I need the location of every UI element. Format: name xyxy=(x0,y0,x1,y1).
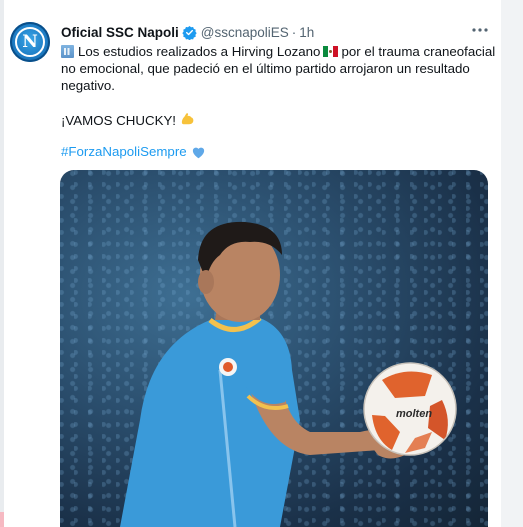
author-handle[interactable]: @sscnapoliES xyxy=(201,25,289,40)
more-options-icon[interactable] xyxy=(470,22,490,38)
player-ear xyxy=(198,270,214,294)
tweet-card[interactable]: N Oficial SSC Napoli @sscnapoliES · 1h L… xyxy=(4,0,501,527)
text-line-3: negativo. xyxy=(61,78,115,93)
author-name[interactable]: Oficial SSC Napoli xyxy=(61,25,179,40)
verified-badge-icon xyxy=(182,25,197,40)
blue-heart-emoji-icon xyxy=(192,147,204,158)
tweet-text: Los estudios realizados a Hirving Lozano… xyxy=(61,43,495,129)
text-line-1a: Los estudios realizados a Hirving Lozano xyxy=(78,44,321,59)
header-separator: · xyxy=(291,24,297,40)
avatar[interactable]: N xyxy=(10,22,50,62)
window-scroll-gutter xyxy=(500,0,523,527)
text-line-1b: por el trauma craneofacial xyxy=(341,44,496,59)
napoli-logo-icon: N xyxy=(15,27,45,57)
vamos-chucky-text: ¡VAMOS CHUCKY! xyxy=(61,113,177,128)
hashtag-line: #ForzaNapoliSempre xyxy=(61,144,206,159)
tweet-header: Oficial SSC Napoli @sscnapoliES · 1h xyxy=(61,22,314,42)
avatar-letter: N xyxy=(22,32,38,52)
hashtag-link[interactable]: #ForzaNapoliSempre xyxy=(61,144,187,159)
mexico-flag-emoji-icon xyxy=(323,46,339,57)
text-line-2: no emocional, que padeció en el último p… xyxy=(61,61,470,76)
tweet-text-line-1: Los estudios realizados a Hirving Lozano… xyxy=(61,43,495,60)
text-line-vamos: ¡VAMOS CHUCKY! xyxy=(61,111,481,129)
flexed-biceps-emoji-icon xyxy=(181,113,194,125)
soccer-ball: molten xyxy=(363,362,457,456)
player-photo-illustration: molten xyxy=(120,221,457,527)
ball-brand-text: molten xyxy=(396,408,432,420)
hospital-emoji-icon xyxy=(61,45,74,58)
tweet-photo[interactable]: molten xyxy=(60,170,488,527)
tweet-timestamp[interactable]: 1h xyxy=(299,25,314,40)
badge-center xyxy=(223,362,233,372)
